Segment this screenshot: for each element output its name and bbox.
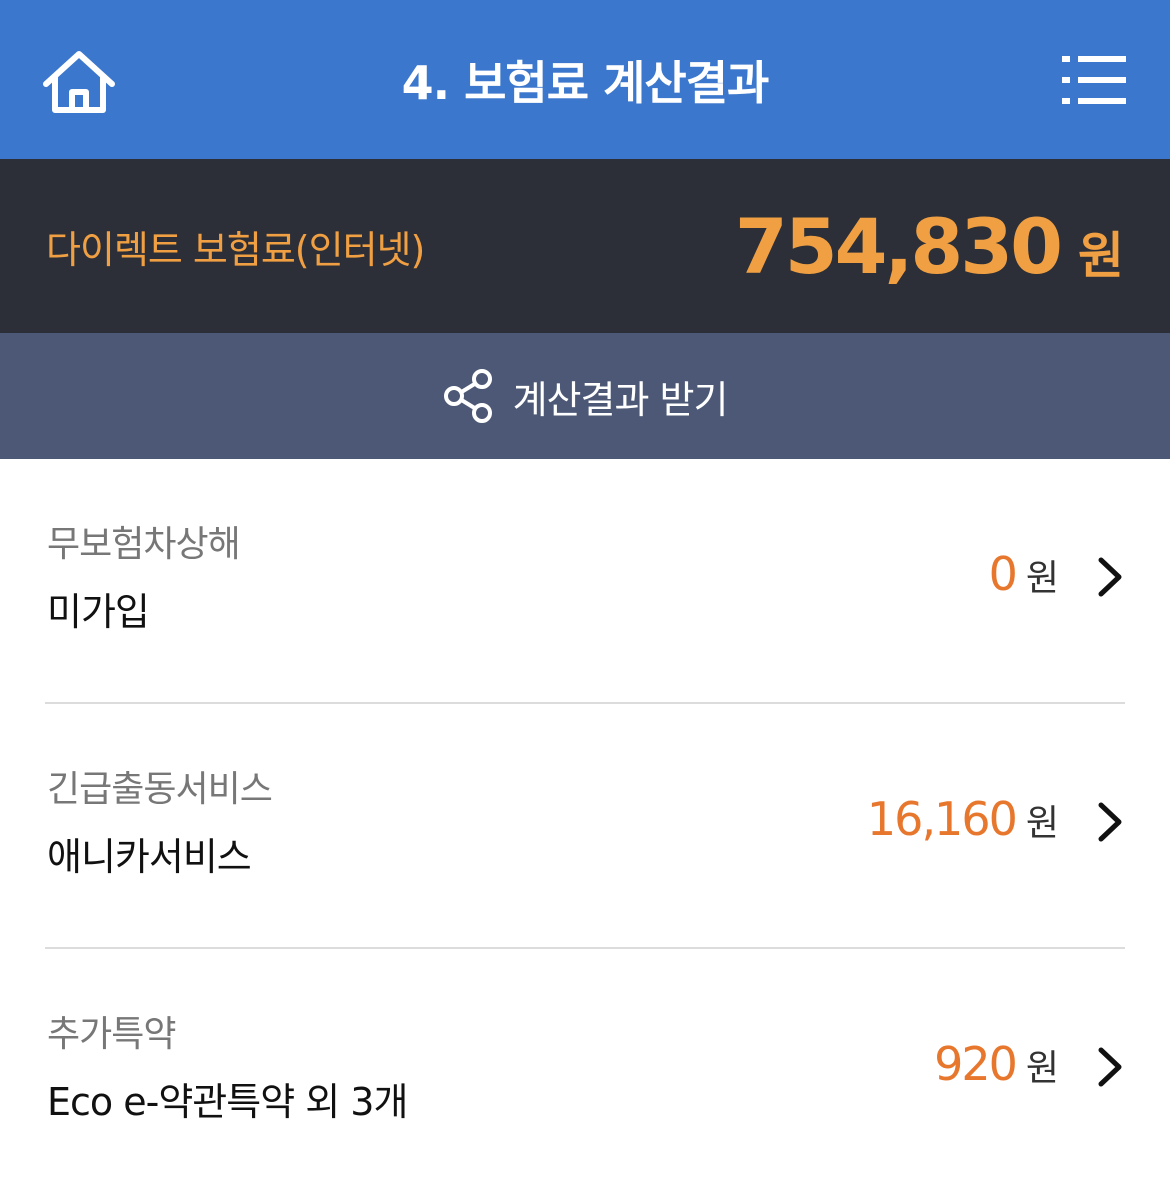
share-label: 계산결과 받기 [512,377,729,422]
chevron-right-icon [1098,802,1122,842]
item-price: 16,160 원 [867,792,1059,846]
item-value: 미가입 [47,590,150,634]
list-item-additional-rider[interactable]: 추가특약 Eco e-약관특약 외 3개 920 원 [45,949,1125,1194]
item-price-unit: 원 [1025,558,1059,599]
item-value: Eco e-약관특약 외 3개 [47,1080,408,1124]
share-icon [443,369,492,423]
premium-value: 754,830 [734,201,1063,291]
chevron-right-icon [1098,1047,1122,1087]
list-item-emergency-service[interactable]: 긴급출동서비스 애니카서비스 16,160 원 [45,704,1125,949]
item-category: 무보험차상해 [47,524,241,565]
item-price-number: 0 [988,547,1018,601]
home-icon[interactable] [40,46,118,116]
item-price-number: 16,160 [866,792,1018,846]
item-price: 0 원 [989,547,1059,601]
item-category: 긴급출동서비스 [47,769,273,810]
item-price: 920 원 [934,1037,1059,1091]
list-menu-icon[interactable] [1062,54,1126,106]
item-value: 애니카서비스 [47,835,252,879]
page-title: 4. 보험료 계산결과 [401,55,770,110]
app-header: 4. 보험료 계산결과 [0,0,1170,159]
item-category: 추가특약 [47,1014,176,1055]
item-price-number: 920 [934,1037,1018,1091]
premium-label: 다이렉트 보험료(인터넷) [46,227,425,272]
share-result-button[interactable]: 계산결과 받기 [0,333,1170,459]
list-item-uninsured-vehicle[interactable]: 무보험차상해 미가입 0 원 [45,459,1125,704]
premium-unit: 원 [1078,226,1124,285]
chevron-right-icon [1098,557,1122,597]
premium-summary: 다이렉트 보험료(인터넷) 754,830 원 [0,159,1170,333]
coverage-list: 무보험차상해 미가입 0 원 긴급출동서비스 애니카서비스 16,160 원 추… [0,459,1170,1194]
premium-amount: 754,830 원 [735,202,1124,291]
item-price-unit: 원 [1025,1048,1059,1089]
item-price-unit: 원 [1025,803,1059,844]
